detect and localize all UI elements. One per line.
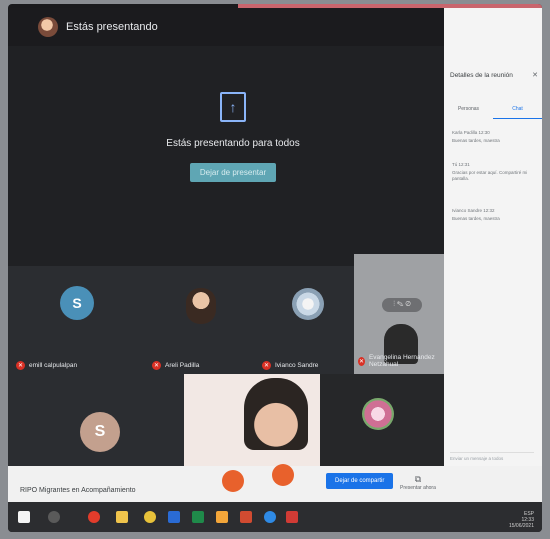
chat-sender: Tú 12:31	[452, 162, 470, 167]
stop-presenting-button[interactable]: Dejar de presentar	[189, 163, 277, 182]
present-icon: ⧉	[414, 474, 422, 484]
participant-video	[186, 288, 216, 324]
acrobat-icon[interactable]	[286, 511, 298, 523]
mic-off-icon: ✕	[16, 361, 25, 370]
meeting-details-panel: Detalles de la reunión ✕ Personas Chat K…	[444, 8, 542, 478]
participant-name: Evangelina Hernandez Netzahual	[368, 354, 435, 368]
panel-tabs: Personas Chat	[444, 103, 542, 119]
participant-tile[interactable]: S	[8, 376, 184, 470]
start-icon[interactable]	[18, 511, 30, 523]
reaction-button[interactable]	[272, 464, 294, 486]
participant-tile[interactable]	[320, 374, 444, 470]
participant-tile[interactable]: ✕ Areli Padilla	[144, 266, 254, 376]
vlc-icon[interactable]	[144, 511, 156, 523]
participant-avatar: S	[80, 412, 120, 452]
participant-avatar	[292, 288, 324, 320]
present-now-button[interactable]: ⧉ Presentar ahora	[400, 474, 436, 491]
participant-tile[interactable]: ✕ Ivianco Sandre	[254, 266, 364, 376]
tray-date: 15/06/2021	[508, 523, 534, 529]
page-title: Estás presentando	[66, 21, 158, 33]
participant-name: Areli Padilla	[165, 362, 200, 369]
presenting-message: Estás presentando para todos	[166, 138, 300, 149]
chat-message: Buenas tardes, maestra	[452, 138, 500, 143]
close-icon[interactable]: ✕	[532, 71, 538, 79]
participant-avatar	[362, 398, 394, 430]
search-icon[interactable]	[48, 511, 60, 523]
participant-name: emill calpulalpan	[29, 362, 78, 369]
files-icon[interactable]	[216, 511, 228, 523]
panel-title: Detalles de la reunión	[450, 72, 513, 79]
participant-avatar: S	[60, 286, 94, 320]
system-tray[interactable]: ESP 12:33 15/06/2021	[509, 511, 534, 529]
participant-tile[interactable]	[184, 374, 320, 470]
participant-name: Ivianco Sandre	[275, 362, 319, 369]
chrome-icon[interactable]	[88, 511, 100, 523]
stop-sharing-button[interactable]: Dejar de compartir	[326, 473, 394, 489]
presenting-card: ↑ Estás presentando para todos Dejar de …	[158, 92, 308, 182]
meeting-controls-bar: RIPO Migrantes en Acompañamiento Dejar d…	[8, 464, 542, 502]
taskbar: ESP 12:33 15/06/2021	[8, 502, 542, 532]
chat-sender: Karla Padilla 12:30	[452, 130, 490, 135]
participant-video	[244, 378, 308, 450]
chat-message: Buenas tardes, maestra	[452, 216, 500, 221]
screen: Estás presentando ↑ Estás presentando pa…	[8, 4, 542, 532]
presenting-header: Estás presentando	[8, 8, 444, 46]
tab-people[interactable]: Personas	[444, 103, 493, 119]
participant-controls[interactable]: ⫶ ✎ ⊘	[382, 298, 422, 312]
present-screen-icon: ↑	[220, 92, 246, 122]
zoom-icon[interactable]	[264, 511, 276, 523]
end-call-button[interactable]	[222, 470, 244, 492]
meeting-name: RIPO Migrantes en Acompañamiento	[20, 487, 136, 494]
mic-off-icon: ✕	[152, 361, 161, 370]
avatar	[38, 17, 58, 37]
participant-tile[interactable]: S ✕ emill calpulalpan	[8, 266, 144, 376]
tab-chat[interactable]: Chat	[493, 103, 542, 119]
presentation-stage: Estás presentando ↑ Estás presentando pa…	[8, 8, 444, 488]
folder-icon[interactable]	[116, 511, 128, 523]
powerpoint-icon[interactable]	[240, 511, 252, 523]
mic-off-icon: ✕	[262, 361, 271, 370]
excel-icon[interactable]	[192, 511, 204, 523]
mic-off-icon: ✕	[358, 356, 365, 366]
chat-message: Gracias por estar aquí. Compartiré mi pa…	[452, 170, 528, 181]
participant-tile[interactable]: ⫶ ✎ ⊘ ✕ Evangelina Hernandez Netzahual	[354, 254, 444, 374]
chat-sender: Ivianco Sandre 12:32	[452, 208, 495, 213]
word-icon[interactable]	[168, 511, 180, 523]
